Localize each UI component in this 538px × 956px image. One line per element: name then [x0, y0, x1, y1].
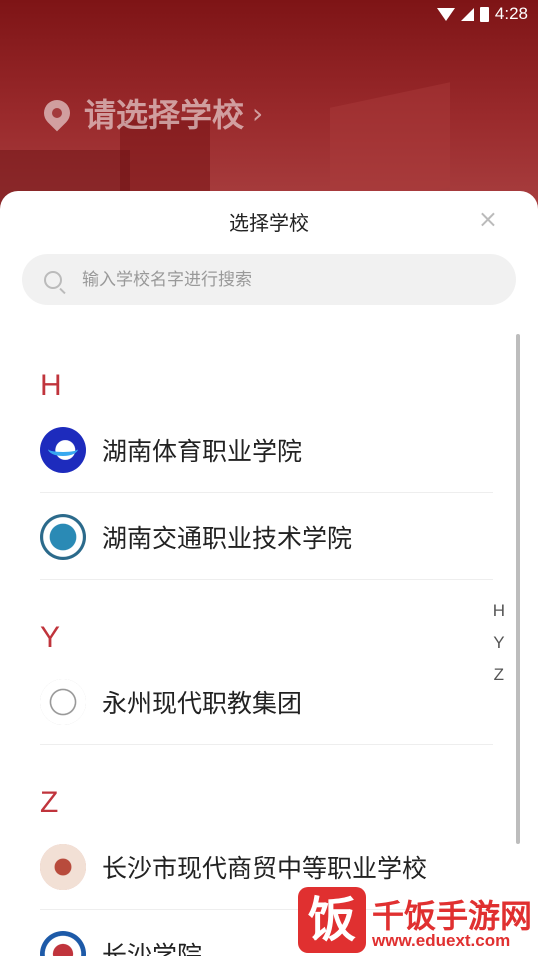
close-icon[interactable]: × [478, 207, 498, 231]
location-pin-icon [38, 94, 76, 132]
sheet-title: 选择学校 [229, 211, 309, 235]
school-logo [40, 678, 86, 725]
school-picker-sheet: 选择学校 × H 湖南体育职业学院 湖南交通职业技术学院 Y 永州现代职教集团 … [0, 191, 538, 956]
school-name: 长沙市现代商贸中等职业学校 [102, 853, 428, 883]
watermark-logo: 饭 [298, 887, 366, 953]
school-selector[interactable]: 请选择学校 › [38, 90, 264, 136]
list-item[interactable]: 永州现代职教集团 [40, 659, 493, 745]
alphabet-index: H Y Z [493, 601, 505, 685]
watermark: 饭 千饭手游网 www.eduext.com [298, 885, 538, 956]
wifi-icon [436, 7, 455, 21]
index-letter[interactable]: Z [494, 665, 504, 685]
school-logo [40, 513, 86, 560]
index-letter[interactable]: Y [493, 633, 504, 653]
watermark-url: www.eduext.com [372, 931, 511, 950]
battery-icon [479, 6, 489, 22]
list-item[interactable]: 湖南体育职业学院 [40, 407, 493, 493]
group-letter-z: Z [40, 786, 59, 819]
school-selector-label: 请选择学校 [84, 96, 245, 134]
school-logo [40, 843, 86, 890]
list-item[interactable]: 湖南交通职业技术学院 [40, 494, 493, 580]
signal-icon [460, 7, 474, 21]
scrollbar[interactable] [516, 334, 520, 844]
group-letter-y: Y [40, 621, 61, 654]
search-bar[interactable] [22, 254, 516, 305]
status-bar: 4:28 [436, 0, 528, 28]
school-name: 湖南体育职业学院 [102, 436, 303, 466]
index-letter[interactable]: H [493, 601, 505, 621]
chevron-right-icon: › [252, 96, 264, 130]
status-time: 4:28 [494, 4, 528, 23]
school-logo [40, 426, 86, 473]
group-letter-h: H [40, 369, 62, 402]
school-name: 湖南交通职业技术学院 [102, 523, 353, 553]
search-input[interactable] [82, 269, 462, 290]
search-icon [44, 270, 62, 289]
school-logo [40, 931, 86, 956]
school-name: 长沙学院 [102, 941, 203, 956]
school-name: 永州现代职教集团 [102, 688, 303, 718]
